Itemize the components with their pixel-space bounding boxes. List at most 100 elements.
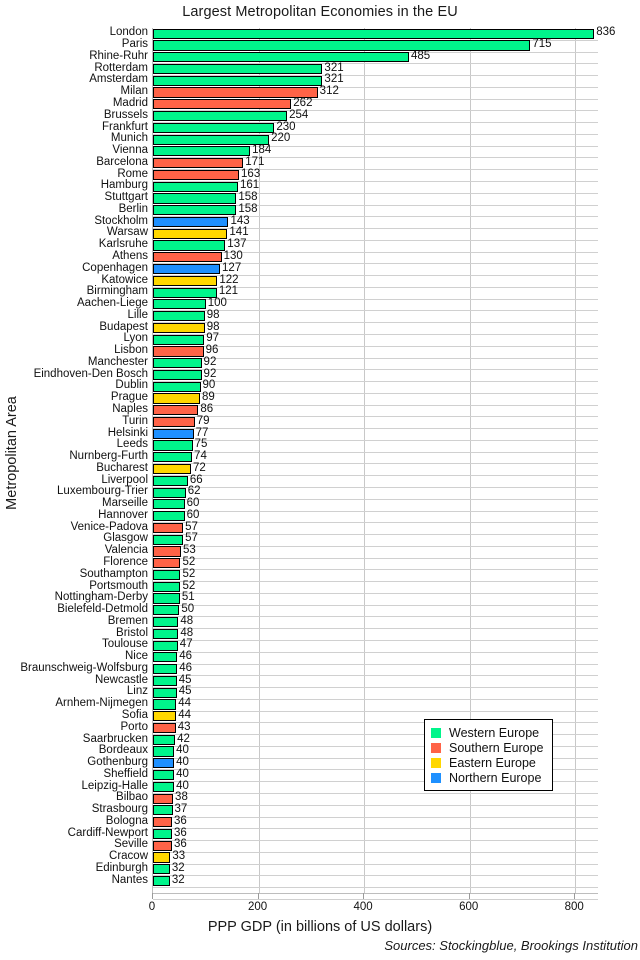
bar [153, 346, 204, 357]
bar-value-label: 485 [410, 49, 431, 62]
bar-value-label: 32 [171, 873, 185, 886]
legend-item: Western Europe [431, 725, 544, 740]
bar-row: Rhine-Ruhr 485 [89, 49, 598, 64]
bar [153, 711, 177, 722]
bar-row: Stockholm 143 [94, 215, 598, 228]
bar [153, 228, 228, 239]
bar-row: Nice 46 [125, 650, 598, 664]
x-tick-mark [468, 893, 470, 899]
bar-row: Naples 86 [112, 403, 598, 417]
bar [153, 75, 323, 86]
bar [153, 110, 288, 122]
bar-row: Toulouse 47 [102, 638, 598, 652]
bar [153, 687, 177, 698]
bar [153, 628, 179, 639]
bar-row: Glasgow 57 [103, 532, 598, 546]
bar [153, 358, 202, 369]
bar [153, 146, 251, 157]
bar-row: Hannover 60 [98, 509, 598, 523]
bar [153, 205, 237, 216]
bar-row: Eindhoven-Den Bosch 92 [34, 368, 598, 381]
bar-row: Leeds 75 [117, 438, 598, 452]
bar-row: Rotterdam 321 [94, 62, 598, 75]
gridline-horizontal [153, 898, 598, 900]
legend-label: Eastern Europe [449, 755, 536, 770]
bar [153, 722, 176, 734]
bar-row: Munich 220 [111, 132, 598, 146]
legend-swatch-icon [431, 772, 441, 783]
bar [153, 158, 244, 169]
bar-row: Lyon 97 [123, 332, 598, 346]
bar-row: Budapest 98 [99, 321, 598, 334]
category-label: Nantes [111, 873, 148, 886]
bar [153, 252, 222, 263]
bar-row: Florence 52 [103, 556, 598, 570]
x-tick-label: 600 [459, 901, 479, 913]
bar-row: London 836 [110, 26, 615, 40]
bar [153, 828, 172, 840]
bar-row: Karlsruhe 137 [99, 238, 598, 252]
x-tick-mark [257, 893, 259, 899]
x-tick-label: 400 [353, 901, 373, 913]
bar [153, 275, 218, 286]
bar-row: Berlin 158 [119, 203, 598, 217]
bar-row: Lille 98 [128, 309, 598, 322]
bar [153, 734, 176, 745]
bar [153, 452, 193, 463]
bar [153, 499, 185, 510]
y-axis-title: Metropolitan Area [4, 396, 20, 510]
bar [153, 511, 185, 522]
bar [153, 805, 173, 816]
bar [153, 617, 179, 628]
bar [153, 546, 181, 557]
bar [153, 840, 172, 851]
bar [153, 781, 175, 792]
bar-row: Nantes 32 [112, 873, 598, 887]
bar [153, 746, 175, 757]
bar [153, 558, 181, 569]
bar [153, 652, 178, 663]
x-tick-mark [363, 893, 365, 899]
bar [153, 416, 195, 428]
bar-row: Frankfurt 230 [102, 121, 598, 134]
bar-row: Cardiff-Newport 36 [68, 827, 598, 840]
bar [153, 699, 177, 710]
bar-row: Linz 45 [127, 685, 598, 699]
bar-value-label: 836 [596, 26, 616, 39]
bar-row: Paris 715 [122, 38, 598, 52]
bar [153, 875, 170, 887]
bar [153, 770, 175, 781]
x-axis-line [152, 893, 598, 894]
sources-note: Sources: Stockingblue, Brookings Institu… [384, 938, 638, 953]
bar [153, 428, 194, 439]
bar-row: Warsaw 141 [107, 226, 598, 240]
bar-row: Edinburgh 32 [96, 862, 598, 876]
bar [153, 464, 191, 475]
bar-row: Cracow 33 [109, 850, 598, 864]
bar [153, 817, 172, 828]
bar-row: Helsinki 77 [108, 427, 598, 440]
bar-row: Vienna 184 [112, 144, 598, 158]
bar-value-label: 312 [319, 85, 339, 98]
bar [153, 640, 178, 651]
chart-title: Largest Metropolitan Economies in the EU [182, 4, 458, 20]
bar [153, 569, 181, 581]
bar-row: Athens 130 [112, 250, 598, 264]
bar-row: Hamburg 161 [101, 179, 598, 193]
bar-row: Newcastle 45 [95, 674, 598, 687]
bar [153, 369, 202, 381]
bar-value-label: 220 [271, 132, 291, 145]
bar [153, 534, 184, 545]
bar-row: Prague 89 [111, 391, 598, 405]
x-tick-label: 800 [564, 901, 584, 913]
bar [153, 169, 240, 180]
legend-swatch-icon [431, 727, 441, 738]
bar-row: Luxembourg-Trier 62 [57, 485, 598, 499]
bar [153, 299, 206, 310]
bar-value-label: 715 [532, 38, 552, 51]
bar-row: Lisbon 96 [114, 344, 598, 358]
bar-row: Bristol 48 [116, 627, 598, 640]
legend: Western Europe Southern Europe Eastern Eur… [424, 719, 553, 791]
bar [153, 193, 237, 204]
bar [153, 522, 184, 534]
